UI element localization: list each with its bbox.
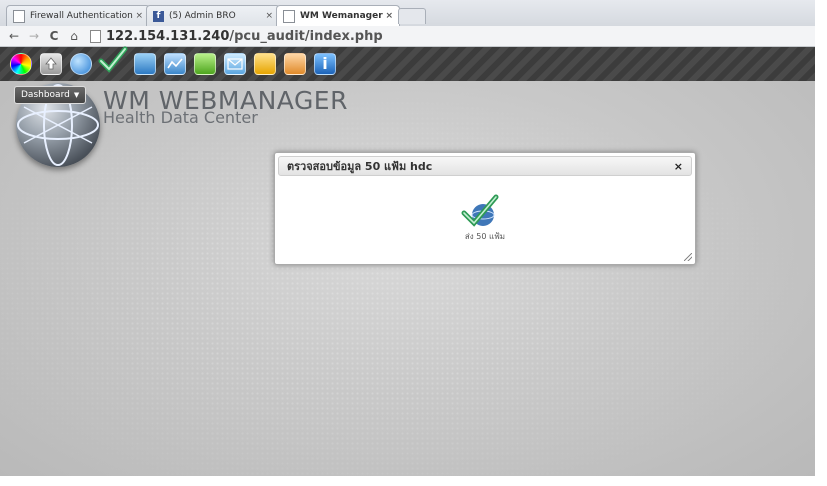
chart-icon[interactable] (164, 53, 186, 75)
sms-icon[interactable] (194, 53, 216, 75)
page-icon (90, 29, 101, 43)
dashboard-label: Dashboard (21, 90, 70, 100)
tab-label: (5) Admin BRO (169, 11, 236, 21)
screenshot-frame: Firewall Authentication × f (5) Admin BR… (0, 0, 827, 486)
address-bar[interactable]: 122.154.131.240 /pcu_audit/index.php (90, 29, 383, 44)
world-map-background (0, 81, 815, 476)
new-tab-button[interactable] (398, 8, 426, 24)
resize-grip-icon[interactable] (684, 253, 692, 261)
tab-label: WM Wemanager (300, 11, 383, 21)
main-content: Dashboard ▼ WM WEBMANAGER Health Data Ce… (0, 81, 815, 476)
checkmark-globe-icon[interactable] (461, 193, 499, 231)
audit-dialog: ตรวจสอบข้อมูล 50 แฟ้ม hdc × ส่ง 50 แฟ้ม (274, 152, 696, 265)
tab-close-icon[interactable]: × (135, 11, 143, 21)
dialog-header[interactable]: ตรวจสอบข้อมูล 50 แฟ้ม hdc × (278, 156, 692, 176)
page-icon (283, 9, 295, 23)
mail-icon[interactable] (224, 53, 246, 75)
chevron-down-icon: ▼ (73, 91, 80, 99)
app-menu-bar: i (0, 46, 815, 81)
torn-edge-right (815, 0, 827, 486)
tab-close-icon[interactable]: × (385, 11, 393, 21)
tab-close-icon[interactable]: × (265, 11, 273, 21)
user-icon[interactable] (284, 53, 306, 75)
dialog-title: ตรวจสอบข้อมูล 50 แฟ้ม hdc (287, 160, 433, 173)
tab-wm-wemanager[interactable]: WM Wemanager × (276, 5, 400, 26)
url-path: /pcu_audit/index.php (229, 28, 383, 44)
browser-toolbar: ← → C ⌂ 122.154.131.240 /pcu_audit/index… (0, 26, 815, 47)
reload-icon[interactable]: C (48, 29, 60, 43)
color-wheel-icon[interactable] (10, 53, 32, 75)
send-files-label[interactable]: ส่ง 50 แฟ้ม (275, 230, 695, 243)
back-arrow-icon[interactable]: ← (8, 29, 20, 43)
tab-label: Firewall Authentication (30, 11, 133, 21)
url-host: 122.154.131.240 (106, 28, 230, 44)
globe-icon[interactable] (70, 53, 92, 75)
browser-tab-strip: Firewall Authentication × f (5) Admin BR… (0, 0, 815, 27)
forward-arrow-icon[interactable]: → (28, 29, 40, 43)
home-icon[interactable]: ⌂ (68, 29, 80, 43)
dashboard-button[interactable]: Dashboard ▼ (14, 86, 87, 104)
close-icon[interactable]: × (674, 160, 683, 173)
page-icon (13, 9, 25, 23)
checkmark-icon[interactable] (98, 46, 128, 75)
upload-icon[interactable] (40, 53, 62, 75)
brand-subtitle: Health Data Center (103, 108, 258, 127)
tab-firewall-authentication[interactable]: Firewall Authentication × (6, 5, 150, 26)
tab-admin-bro[interactable]: f (5) Admin BRO × (146, 5, 280, 26)
users-icon[interactable] (254, 53, 276, 75)
settings-icon[interactable] (134, 53, 156, 75)
info-icon[interactable]: i (314, 53, 336, 75)
facebook-icon: f (153, 10, 164, 22)
